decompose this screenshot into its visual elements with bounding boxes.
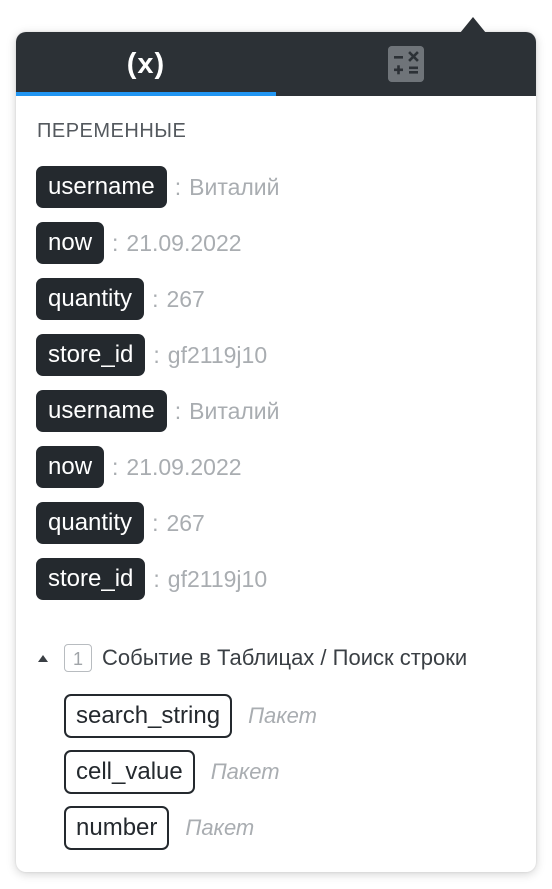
tab-variables[interactable]: (x) <box>16 32 276 96</box>
collapse-caret-icon[interactable] <box>38 654 48 662</box>
variable-chip[interactable]: username <box>36 390 167 432</box>
variables-popover: (x) ПЕРЕМЕННЫЕ username : Виталий now: … <box>16 32 536 872</box>
variable-row: username : Виталий <box>36 390 526 446</box>
variable-chip[interactable]: now <box>36 446 105 488</box>
event-header[interactable]: 1 Событие в Таблицах / Поиск строки <box>38 644 467 672</box>
variable-separator: : <box>153 566 160 592</box>
variable-value: : Виталий <box>175 390 280 432</box>
variable-value-text: 267 <box>166 510 205 536</box>
event-field-row: number Пакет <box>64 806 524 862</box>
variable-separator: : <box>174 398 182 424</box>
variable-value: :267 <box>152 502 205 544</box>
event-field-type: Пакет <box>248 703 317 728</box>
event-field-type: Пакет <box>210 759 280 784</box>
variable-row: username : Виталий <box>36 166 526 222</box>
variable-separator: : <box>174 174 182 200</box>
step-number-badge: 1 <box>64 644 92 672</box>
variables-section-title: ПЕРЕМЕННЫЕ <box>37 120 187 142</box>
variable-value: : gf2119j10 <box>153 558 267 600</box>
tab-variables-label: (x) <box>126 47 166 80</box>
event-field-type: Пакет <box>185 815 255 840</box>
variable-value: :21.09.2022 <box>112 446 242 488</box>
variable-chip[interactable]: now <box>36 222 105 264</box>
event-field-chip[interactable]: cell_value <box>64 750 195 794</box>
event-field-chip[interactable]: number <box>64 806 170 850</box>
variable-value: :267 <box>152 278 205 320</box>
event-fields-list: search_string Пакет cell_value Пакет num… <box>64 694 524 862</box>
variable-value-text: Виталий <box>189 398 280 424</box>
event-field-chip[interactable]: search_string <box>64 694 233 738</box>
variable-value: : Виталий <box>175 166 280 208</box>
variable-value-text: Виталий <box>189 174 280 200</box>
variable-value-text: 21.09.2022 <box>126 230 242 256</box>
event-field-row: search_string Пакет <box>64 694 524 750</box>
variable-separator: : <box>153 342 160 368</box>
variable-row: now :21.09.2022 <box>36 446 526 502</box>
variable-row: store_id : gf2119j10 <box>36 334 526 390</box>
variable-chip[interactable]: quantity <box>36 278 145 320</box>
variable-separator: : <box>152 510 159 536</box>
variable-chip[interactable]: store_id <box>36 334 146 376</box>
variable-row: quantity :267 <box>36 278 526 334</box>
variable-row: quantity :267 <box>36 502 526 558</box>
variable-value-text: 21.09.2022 <box>126 454 242 480</box>
tab-calculator[interactable] <box>276 32 536 96</box>
event-title: Событие в Таблицах / Поиск строки <box>102 645 468 670</box>
event-field-row: cell_value Пакет <box>64 750 524 806</box>
variable-value-text: gf2119j10 <box>167 566 268 592</box>
popover-arrow <box>460 17 486 33</box>
variable-chip[interactable]: username <box>36 166 167 208</box>
variable-row: now :21.09.2022 <box>36 222 526 278</box>
variable-value: : gf2119j10 <box>153 334 267 376</box>
variable-chip[interactable]: quantity <box>36 502 145 544</box>
variable-value-text: 267 <box>166 286 205 312</box>
variables-list: username : Виталий now :21.09.2022 quanti… <box>36 166 526 614</box>
variable-separator: : <box>112 230 119 256</box>
tab-bar: (x) <box>16 32 536 96</box>
variable-chip[interactable]: store_id <box>36 558 146 600</box>
variable-separator: : <box>112 454 119 480</box>
variable-value: :21.09.2022 <box>112 222 242 264</box>
variable-value-text: gf2119j10 <box>167 342 268 368</box>
variable-row: store_id : gf2119j10 <box>36 558 526 614</box>
calculator-icon <box>388 46 424 82</box>
variable-separator: : <box>152 286 159 312</box>
